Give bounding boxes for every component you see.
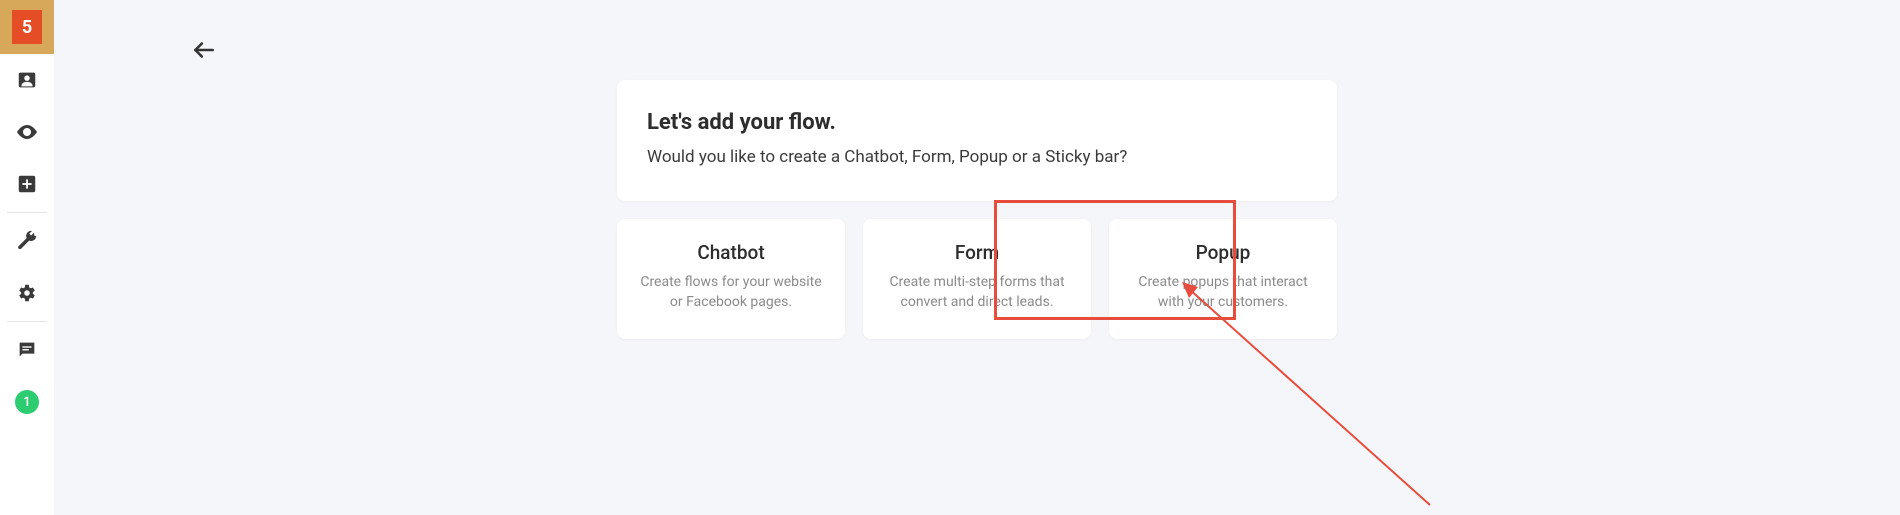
sidebar-divider	[7, 212, 47, 213]
option-title: Chatbot	[635, 241, 827, 264]
option-description: Create popups that interact with your cu…	[1127, 272, 1319, 313]
sidebar-item-add[interactable]	[0, 158, 54, 210]
option-description: Create multi-step forms that convert and…	[881, 272, 1073, 313]
flow-header-card: Let's add your flow. Would you like to c…	[617, 80, 1337, 201]
arrow-left-icon	[191, 37, 217, 63]
sidebar-item-messages[interactable]	[0, 324, 54, 376]
sidebar-notification-badge[interactable]: 1	[0, 376, 54, 428]
chat-icon	[16, 339, 38, 361]
option-title: Popup	[1127, 241, 1319, 264]
back-button[interactable]	[184, 30, 224, 70]
badge-count: 1	[15, 390, 39, 414]
sidebar-item-tools[interactable]	[0, 215, 54, 267]
option-form[interactable]: Form Create multi-step forms that conver…	[863, 219, 1091, 339]
sidebar-divider	[7, 321, 47, 322]
option-description: Create flows for your website or Faceboo…	[635, 272, 827, 313]
option-title: Form	[881, 241, 1073, 264]
option-chatbot[interactable]: Chatbot Create flows for your website or…	[617, 219, 845, 339]
sidebar-item-view[interactable]	[0, 106, 54, 158]
gear-icon	[16, 282, 38, 304]
option-popup[interactable]: Popup Create popups that interact with y…	[1109, 219, 1337, 339]
sidebar-item-settings[interactable]	[0, 267, 54, 319]
eye-icon	[15, 120, 39, 144]
wrench-icon	[16, 230, 38, 252]
page-subtitle: Would you like to create a Chatbot, Form…	[647, 147, 1307, 167]
sidebar-item-contacts[interactable]	[0, 54, 54, 106]
flow-options-row: Chatbot Create flows for your website or…	[617, 219, 1337, 339]
app-logo[interactable]	[0, 0, 54, 54]
person-card-icon	[16, 69, 38, 91]
content-column: Let's add your flow. Would you like to c…	[617, 80, 1337, 339]
main-content: Let's add your flow. Would you like to c…	[54, 0, 1900, 515]
html5-shield-icon	[12, 10, 42, 44]
plus-box-icon	[16, 173, 38, 195]
page-title: Let's add your flow.	[647, 110, 1307, 135]
sidebar: 1	[0, 0, 54, 515]
